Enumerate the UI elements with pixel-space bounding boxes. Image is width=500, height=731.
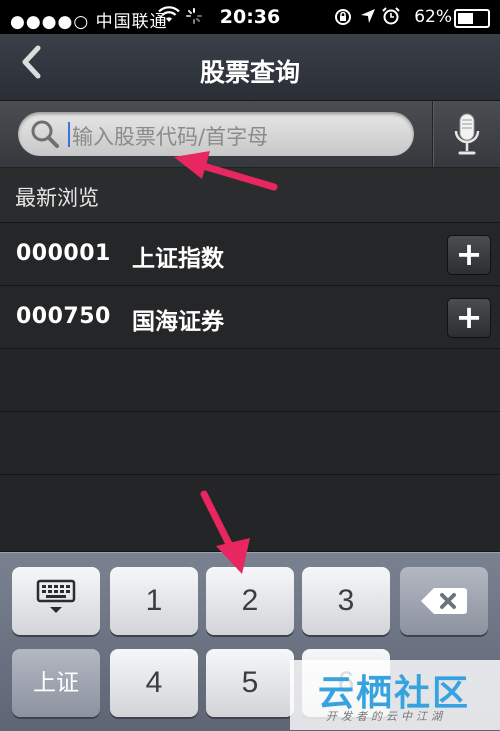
key-shangzheng[interactable]: 上证 <box>12 649 100 717</box>
rotation-lock-icon <box>334 8 352 31</box>
add-stock-button[interactable]: + <box>447 298 491 338</box>
text-cursor <box>68 122 70 147</box>
watermark-tagline: 开发者的云中江湖 <box>326 710 446 723</box>
navigation-bar: 股票查询 <box>0 34 500 101</box>
microphone-icon <box>454 113 480 155</box>
battery-icon <box>454 9 490 28</box>
microphone-button[interactable] <box>452 113 482 157</box>
page-title: 股票查询 <box>199 58 300 87</box>
key-1[interactable]: 1 <box>110 567 198 635</box>
backspace-key[interactable] <box>400 567 488 635</box>
annotation-arrow-search <box>174 151 278 191</box>
keyboard-hide-icon <box>36 579 76 613</box>
annotation-arrow-key <box>200 490 250 574</box>
status-bar: ●●●●○ 中国联通 20:36 62% <box>0 0 500 34</box>
list-item[interactable]: 000750 国海证券 + <box>0 286 500 349</box>
recent-label: 最新浏览 <box>15 186 99 210</box>
backspace-icon <box>421 588 467 614</box>
alarm-icon <box>382 7 400 30</box>
watermark: 云栖社区 开发者的云中江湖 <box>290 660 500 730</box>
empty-row <box>0 412 500 475</box>
search-icon <box>30 119 60 149</box>
empty-row <box>0 349 500 412</box>
stock-code: 000001 <box>16 241 111 266</box>
location-icon <box>360 8 376 29</box>
divider <box>432 101 433 167</box>
list-item[interactable]: 000001 上证指数 + <box>0 223 500 286</box>
stock-code: 000750 <box>16 304 111 329</box>
stock-name: 国海证券 <box>132 309 224 335</box>
hide-keyboard-key[interactable] <box>12 567 100 635</box>
key-4[interactable]: 4 <box>110 649 198 717</box>
add-stock-button[interactable]: + <box>447 235 491 275</box>
key-5[interactable]: 5 <box>206 649 294 717</box>
battery-fill <box>458 13 473 24</box>
key-3[interactable]: 3 <box>302 567 390 635</box>
stock-name: 上证指数 <box>132 246 224 272</box>
battery-percent: 62% <box>414 7 452 27</box>
